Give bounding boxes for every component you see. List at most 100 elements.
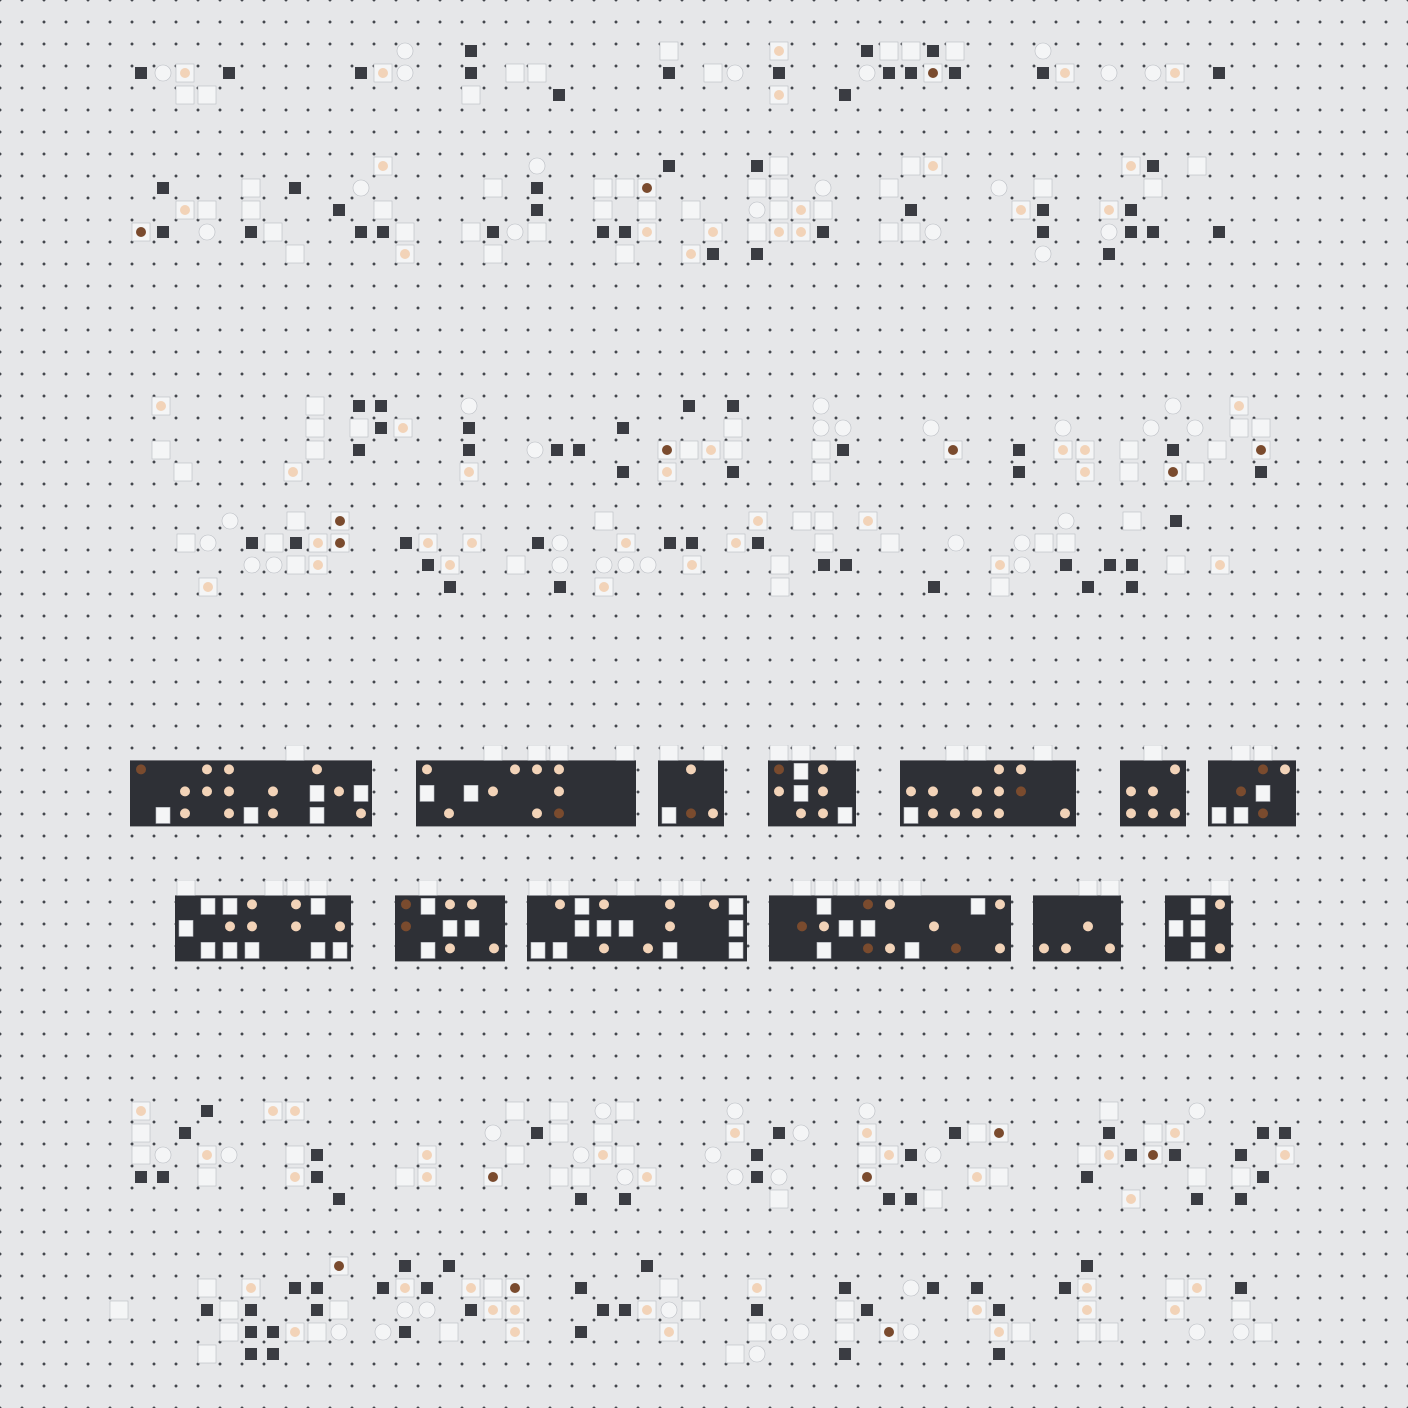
emoji-tile [395, 1167, 415, 1187]
emoji-tile [727, 466, 739, 478]
emoji-tile [858, 1102, 876, 1120]
emoji-tile [311, 1149, 323, 1161]
emoji-tile [683, 400, 695, 412]
emoji-tile [1280, 764, 1290, 775]
emoji-tile [263, 222, 283, 242]
emoji-tile [1170, 764, 1180, 775]
emoji-tile [442, 920, 458, 937]
emoji-tile [527, 222, 547, 242]
emoji-tile [373, 200, 393, 220]
emoji-tile [197, 85, 217, 105]
emoji-tile [751, 1149, 763, 1161]
emoji-tile [923, 1189, 943, 1209]
emoji-tile [967, 745, 987, 761]
emoji-tile [747, 1322, 767, 1342]
emoji-tile [637, 178, 657, 198]
emoji-tile [330, 1323, 348, 1341]
emoji-tile [224, 808, 234, 819]
emoji-tile [747, 222, 767, 242]
emoji-tile [947, 534, 965, 552]
emoji-tile [1060, 808, 1070, 819]
emoji-tile [662, 942, 678, 959]
emoji-tile [659, 41, 679, 61]
emoji-tile [835, 1300, 855, 1320]
emoji-tile [355, 67, 367, 79]
emoji-tile [1210, 555, 1230, 575]
emoji-tile [505, 63, 525, 83]
emoji-tile [1187, 156, 1207, 176]
emoji-tile [1100, 880, 1120, 896]
emoji-tile [904, 942, 920, 959]
emoji-tile [505, 1300, 525, 1320]
emoji-tile [377, 1282, 389, 1294]
emoji-tile [797, 921, 807, 932]
emoji-tile [532, 537, 544, 549]
emoji-tile [748, 201, 766, 219]
emoji-tile [1083, 921, 1093, 932]
emoji-tile [353, 400, 365, 412]
emoji-tile [615, 1145, 635, 1165]
emoji-tile [615, 1101, 635, 1121]
emoji-tile [686, 764, 696, 775]
emoji-tile [616, 1168, 634, 1186]
emoji-tile [1190, 942, 1206, 959]
emoji-tile [286, 555, 306, 575]
emoji-tile [593, 178, 613, 198]
emoji-tile [308, 880, 328, 896]
emoji-tile [596, 920, 612, 937]
emoji-tile [1163, 462, 1183, 482]
emoji-tile [769, 200, 789, 220]
emoji-tile [1258, 808, 1268, 819]
emoji-tile [462, 533, 482, 553]
emoji-tile [863, 943, 873, 954]
emoji-tile [725, 1123, 745, 1143]
emoji-tile [1125, 1149, 1137, 1161]
emoji-tile [223, 67, 235, 79]
emoji-tile [465, 45, 477, 57]
emoji-tile [593, 200, 613, 220]
emoji-tile [618, 920, 634, 937]
emoji-tile [639, 556, 657, 574]
emoji-tile [593, 1145, 613, 1165]
emoji-tile [725, 1344, 745, 1364]
emoji-tile [1081, 1260, 1093, 1272]
emoji-tile [1253, 1322, 1273, 1342]
emoji-tile [723, 440, 743, 460]
emoji-tile [265, 556, 283, 574]
emoji-tile [902, 1323, 920, 1341]
emoji-tile [531, 204, 543, 216]
emoji-tile [837, 807, 853, 824]
emoji-tile [483, 1300, 503, 1320]
emoji-tile [241, 1278, 261, 1298]
emoji-tile [197, 1145, 217, 1165]
emoji-tile [487, 226, 499, 238]
emoji-tile [857, 1123, 877, 1143]
emoji-tile [245, 226, 257, 238]
emoji-tile [1099, 1145, 1119, 1165]
emoji-tile [770, 1168, 788, 1186]
emoji-tile [1103, 1127, 1115, 1139]
emoji-tile [484, 1124, 502, 1142]
emoji-tile [532, 808, 542, 819]
emoji-tile [1081, 1171, 1093, 1183]
emoji-tile [1143, 1145, 1163, 1165]
emoji-tile [929, 921, 939, 932]
emoji-tile [1185, 462, 1205, 482]
emoji-tile [374, 1323, 392, 1341]
emoji-tile [175, 85, 195, 105]
emoji-tile [285, 745, 305, 761]
emoji-tile [151, 440, 171, 460]
emoji-tile [1170, 515, 1182, 527]
emoji-tile [726, 1102, 744, 1120]
emoji-tile [773, 67, 785, 79]
emoji-tile [483, 178, 503, 198]
emoji-tile [814, 179, 832, 197]
emoji-tile [1053, 440, 1073, 460]
emoji-tile [751, 160, 763, 172]
emoji-tile [774, 786, 784, 797]
emoji-tile [861, 1304, 873, 1316]
emoji-tile [1211, 807, 1227, 824]
emoji-tile [769, 85, 789, 105]
emoji-tile [222, 942, 238, 959]
emoji-tile [197, 200, 217, 220]
